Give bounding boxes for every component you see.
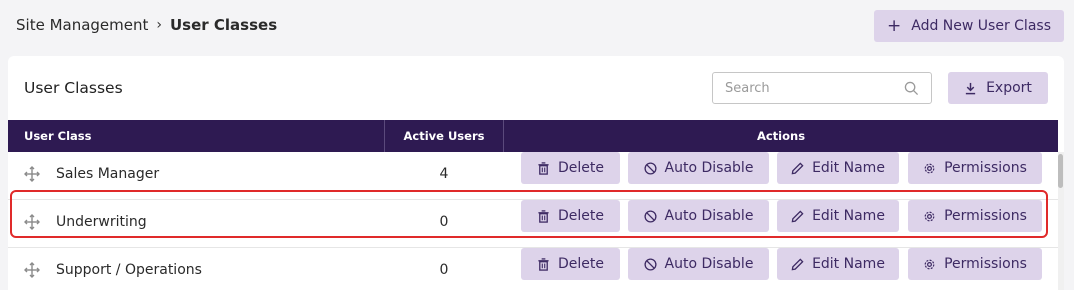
auto-disable-label: Auto Disable	[664, 256, 754, 272]
auto-disable-button[interactable]: Auto Disable	[628, 248, 769, 280]
edit-name-label: Edit Name	[812, 160, 885, 176]
auto-disable-button[interactable]: Auto Disable	[628, 200, 769, 232]
export-button[interactable]: Export	[948, 72, 1048, 104]
drag-handle-icon[interactable]	[24, 214, 40, 230]
active-users-count: 0	[439, 262, 449, 278]
drag-handle-icon[interactable]	[24, 262, 40, 278]
delete-label: Delete	[558, 256, 604, 272]
permissions-label: Permissions	[944, 256, 1027, 272]
search-input[interactable]	[725, 80, 904, 96]
download-icon	[965, 82, 976, 94]
breadcrumb-current: User Classes	[170, 16, 278, 34]
user-class-name: Support / Operations	[56, 262, 202, 278]
delete-label: Delete	[558, 160, 604, 176]
delete-button[interactable]: Delete	[521, 152, 620, 184]
permissions-label: Permissions	[944, 208, 1027, 224]
permissions-button[interactable]: Permissions	[908, 200, 1042, 232]
scrollbar[interactable]	[1058, 152, 1064, 290]
user-classes-card: User Classes Export User Class Active Us…	[8, 56, 1064, 290]
delete-button[interactable]: Delete	[521, 248, 620, 280]
permissions-button[interactable]: Permissions	[908, 248, 1042, 280]
edit-name-label: Edit Name	[812, 256, 885, 272]
gear-icon	[924, 163, 935, 173]
breadcrumb-separator: ›	[156, 17, 162, 33]
permissions-label: Permissions	[944, 160, 1027, 176]
search-icon[interactable]	[904, 81, 919, 96]
edit-name-button[interactable]: Edit Name	[777, 248, 899, 280]
delete-button[interactable]: Delete	[521, 200, 620, 232]
table-row: Underwriting 0 Delete Auto Disable Edit	[8, 200, 1058, 248]
edit-name-button[interactable]: Edit Name	[777, 152, 899, 184]
auto-disable-label: Auto Disable	[664, 208, 754, 224]
trash-icon	[538, 257, 549, 271]
column-header-actions: Actions	[756, 129, 806, 143]
ban-icon	[644, 161, 657, 175]
pencil-icon	[791, 257, 804, 270]
auto-disable-button[interactable]: Auto Disable	[628, 152, 769, 184]
permissions-button[interactable]: Permissions	[908, 152, 1042, 184]
edit-name-button[interactable]: Edit Name	[777, 200, 899, 232]
pencil-icon	[791, 161, 804, 174]
active-users-count: 4	[439, 166, 449, 182]
ban-icon	[644, 209, 657, 223]
ban-icon	[644, 257, 657, 271]
trash-icon	[538, 161, 549, 175]
edit-name-label: Edit Name	[812, 208, 885, 224]
auto-disable-label: Auto Disable	[664, 160, 754, 176]
add-user-class-button[interactable]: + Add New User Class	[874, 10, 1064, 42]
card-title: User Classes	[24, 79, 123, 97]
active-users-count: 0	[439, 214, 449, 230]
column-header-user-class[interactable]: User Class	[24, 120, 92, 152]
scrollbar-thumb[interactable]	[1058, 154, 1063, 188]
trash-icon	[538, 209, 549, 223]
search-box	[712, 72, 932, 104]
user-class-name: Sales Manager	[56, 166, 160, 182]
gear-icon	[924, 211, 935, 221]
export-label: Export	[986, 80, 1032, 96]
breadcrumb: Site Management › User Classes	[16, 16, 277, 34]
table-header: User Class Active Users Actions	[8, 120, 1058, 152]
pencil-icon	[791, 209, 804, 222]
breadcrumb-parent-link[interactable]: Site Management	[16, 16, 148, 34]
gear-icon	[924, 259, 935, 269]
table-row: Support / Operations 0 Delete Auto Disab…	[8, 248, 1058, 290]
add-user-class-label: Add New User Class	[911, 18, 1051, 34]
column-header-active-users[interactable]: Active Users	[384, 120, 504, 152]
user-class-name: Underwriting	[56, 214, 147, 230]
drag-handle-icon[interactable]	[24, 166, 40, 182]
delete-label: Delete	[558, 208, 604, 224]
plus-icon: +	[887, 15, 902, 36]
table-row: Sales Manager 4 Delete Auto Disable Edit…	[8, 152, 1058, 200]
